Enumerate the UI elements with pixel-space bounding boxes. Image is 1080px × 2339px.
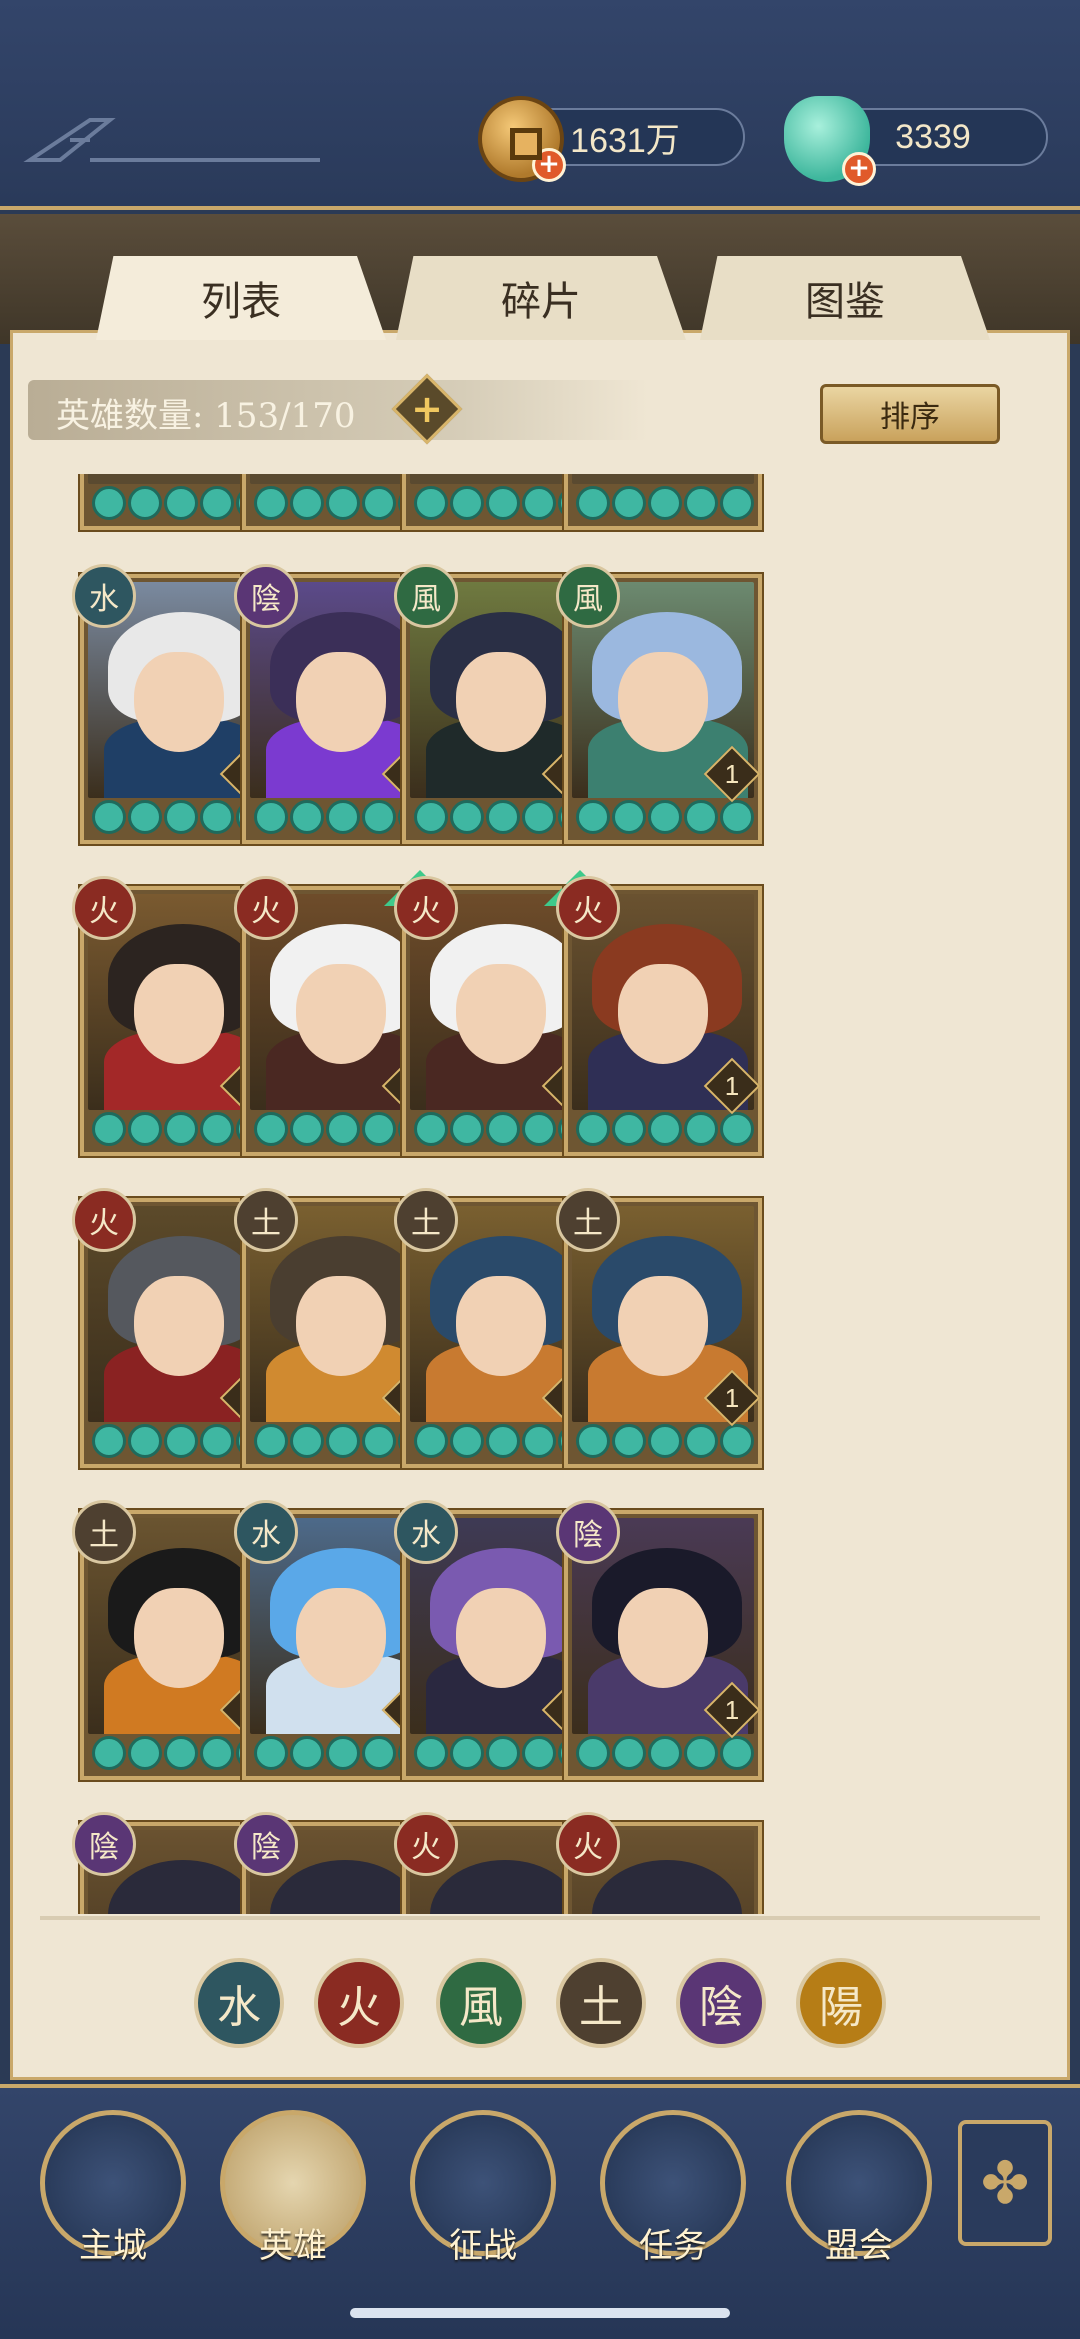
nav-main-city-label: 主城 xyxy=(79,2226,147,2266)
hero-card-partial[interactable]: 火 xyxy=(556,1812,762,1914)
tab-list[interactable]: 列表 xyxy=(96,256,386,340)
nav-guild-label: 盟会 xyxy=(825,2226,893,2266)
element-earth-icon: 土 xyxy=(72,1500,136,1564)
element-fire-icon: 火 xyxy=(72,1188,136,1252)
add-copper-icon[interactable]: + xyxy=(532,148,566,182)
element-water-icon: 水 xyxy=(234,1500,298,1564)
filter-fire-icon[interactable]: 火 xyxy=(314,1958,404,2048)
hero-card[interactable]: 1陰 xyxy=(556,1500,762,1780)
nav-campaign-label: 征战 xyxy=(449,2226,517,2266)
element-fire-icon: 火 xyxy=(394,1812,458,1876)
filter-yang-icon[interactable]: 陽 xyxy=(796,1958,886,2048)
hero-card[interactable]: 1風 xyxy=(556,564,762,844)
copper-amount: 1631万 xyxy=(570,121,680,160)
star-rating xyxy=(576,1112,754,1146)
element-earth-icon: 土 xyxy=(394,1188,458,1252)
copper-coin-icon[interactable]: + xyxy=(478,96,566,182)
hero-count-label: 英雄数量: 153/170 xyxy=(56,396,356,436)
element-fire-icon: 火 xyxy=(72,876,136,940)
hero-card[interactable]: 1火 xyxy=(556,876,762,1156)
grid-divider xyxy=(40,1916,1040,1920)
element-yin-icon: 陰 xyxy=(234,1812,298,1876)
element-water-icon: 水 xyxy=(72,564,136,628)
element-wind-icon: 風 xyxy=(394,564,458,628)
grid-menu-icon[interactable]: ✤ xyxy=(958,2120,1052,2246)
sort-button[interactable]: 排序 xyxy=(820,384,1000,444)
filter-water-icon[interactable]: 水 xyxy=(194,1958,284,2048)
element-fire-icon: 火 xyxy=(394,876,458,940)
jade-shell-icon[interactable]: + xyxy=(784,96,876,186)
tab-codex[interactable]: 图鉴 xyxy=(700,256,990,340)
level-value: 1 xyxy=(724,1383,740,1413)
hero-list-screen: 1631万 + 3339 + 列表 碎片 图鉴 英雄数量: 153/170 + … xyxy=(0,0,1080,2339)
hero-card-partial[interactable] xyxy=(564,474,762,530)
element-yin-icon: 陰 xyxy=(72,1812,136,1876)
star-rating xyxy=(576,800,754,834)
element-earth-icon: 土 xyxy=(556,1188,620,1252)
tab-fragments[interactable]: 碎片 xyxy=(396,256,686,340)
element-fire-icon: 火 xyxy=(556,876,620,940)
filter-wind-icon[interactable]: 風 xyxy=(436,1958,526,2048)
element-wind-icon: 風 xyxy=(556,564,620,628)
filter-yin-icon[interactable]: 陰 xyxy=(676,1958,766,2048)
filter-earth-icon[interactable]: 土 xyxy=(556,1958,646,2048)
level-value: 1 xyxy=(724,1695,740,1725)
level-value: 1 xyxy=(724,759,740,789)
element-fire-icon: 火 xyxy=(234,876,298,940)
element-yin-icon: 陰 xyxy=(556,1500,620,1564)
nav-heroes-label: 英雄 xyxy=(259,2226,327,2266)
element-water-icon: 水 xyxy=(394,1500,458,1564)
add-jade-icon[interactable]: + xyxy=(842,152,876,186)
cloud-ornament-icon xyxy=(23,118,320,162)
hero-card[interactable]: 1土 xyxy=(556,1188,762,1468)
element-earth-icon: 土 xyxy=(234,1188,298,1252)
jade-amount: 3339 xyxy=(895,117,971,156)
home-indicator xyxy=(350,2308,730,2318)
nav-quests-label: 任务 xyxy=(639,2226,707,2266)
star-rating xyxy=(576,1736,754,1770)
element-fire-icon: 火 xyxy=(556,1812,620,1876)
hero-grid: 1水1陰1風1風1火1火1火1火1火1土1土1土1土1水1水1陰陰陰火火 xyxy=(10,474,1070,1914)
level-value: 1 xyxy=(724,1071,740,1101)
star-rating xyxy=(576,1424,754,1458)
element-yin-icon: 陰 xyxy=(234,564,298,628)
